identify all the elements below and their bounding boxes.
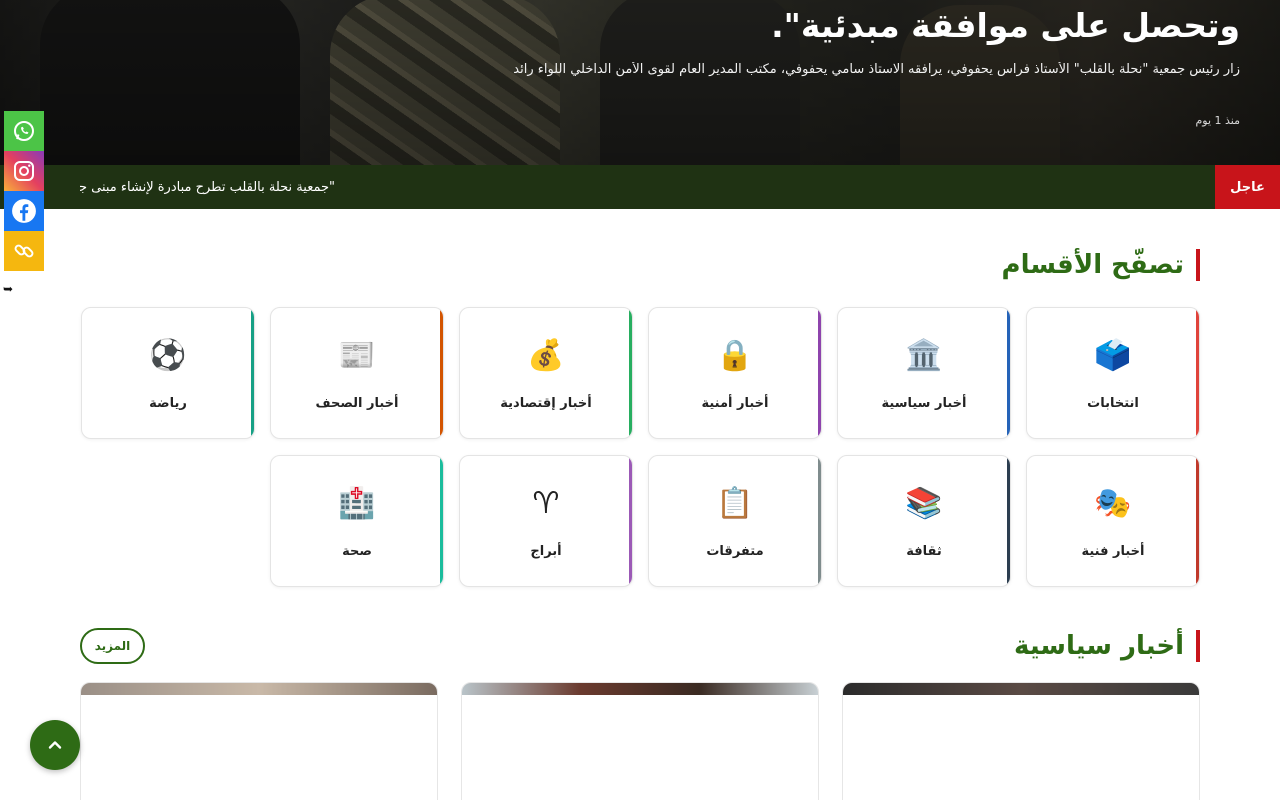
hospital-icon: 🏥 — [338, 486, 376, 521]
ballot-box-icon: 🗳️ — [1094, 338, 1132, 373]
aries-icon: ♈ — [532, 486, 560, 521]
chevron-up-icon — [48, 741, 62, 749]
lock-icon: 🔒 — [716, 338, 754, 373]
back-to-top-button[interactable] — [30, 720, 80, 770]
category-label: أبراج — [530, 544, 562, 559]
hero-timestamp: منذ 1 يوم — [1195, 114, 1240, 127]
category-label: أخبار إقتصادية — [500, 396, 592, 411]
category-card-security[interactable]: 🔒 أخبار أمنية — [648, 307, 822, 439]
category-label: صحة — [342, 544, 372, 559]
breaking-news-bar: عاجل "جمعية نحلة بالقلب تطرح مبادرة لإنش… — [0, 165, 1280, 209]
news-card-thumbnail[interactable] — [462, 683, 818, 695]
books-icon: 📚 — [905, 486, 943, 521]
clipboard-icon: 📋 — [716, 486, 754, 521]
politics-title: أخبار سياسية — [1014, 631, 1184, 661]
news-card-thumbnail[interactable] — [843, 683, 1199, 695]
category-card-press[interactable]: 📰 أخبار الصحف — [270, 307, 444, 439]
instagram-icon[interactable] — [4, 151, 44, 191]
news-card[interactable] — [842, 682, 1200, 800]
theater-masks-icon: 🎭 — [1094, 486, 1132, 521]
hero-excerpt: زار رئيس جمعية "نحلة بالقلب" الأستاذ فرا… — [513, 62, 1240, 77]
government-building-icon: 🏛️ — [905, 338, 943, 373]
category-label: أخبار الصحف — [315, 396, 399, 411]
category-card-sports[interactable]: ⚽ رياضة — [81, 307, 255, 439]
category-card-horoscope[interactable]: ♈ أبراج — [459, 455, 633, 587]
category-card-culture[interactable]: 📚 ثقافة — [837, 455, 1011, 587]
social-share-bar — [4, 111, 44, 271]
hero-banner[interactable]: وتحصل على موافقة مبدئية". زار رئيس جمعية… — [0, 0, 1280, 165]
copy-link-icon[interactable] — [4, 231, 44, 271]
category-label: أخبار أمنية — [701, 396, 769, 411]
facebook-icon[interactable] — [4, 191, 44, 231]
breaking-label: عاجل — [1215, 165, 1280, 209]
category-card-elections[interactable]: 🗳️ انتخابات — [1026, 307, 1200, 439]
category-label: أخبار فنية — [1081, 544, 1145, 559]
breaking-ticker-text[interactable]: "جمعية نحلة بالقلب تطرح مبادرة لإنشاء مب… — [80, 180, 335, 195]
whatsapp-icon[interactable] — [4, 111, 44, 151]
category-label: رياضة — [149, 396, 187, 411]
collapse-share-icon[interactable]: ➥ — [3, 282, 13, 296]
category-label: ثقافة — [906, 544, 942, 559]
news-card[interactable] — [461, 682, 819, 800]
categories-heading: تصفّح الأقسام — [1002, 249, 1200, 281]
category-card-misc[interactable]: 📋 متفرقات — [648, 455, 822, 587]
category-label: انتخابات — [1087, 396, 1139, 411]
politics-heading: أخبار سياسية — [1014, 630, 1200, 662]
category-label: أخبار سياسية — [881, 396, 967, 411]
breaking-ticker[interactable]: "جمعية نحلة بالقلب تطرح مبادرة لإنشاء مب… — [80, 165, 1200, 209]
more-button[interactable]: المزيد — [80, 628, 145, 664]
category-card-economy[interactable]: 💰 أخبار إقتصادية — [459, 307, 633, 439]
soccer-ball-icon: ⚽ — [149, 338, 187, 373]
news-card-thumbnail[interactable] — [81, 683, 437, 695]
category-card-politics[interactable]: 🏛️ أخبار سياسية — [837, 307, 1011, 439]
hero-title[interactable]: وتحصل على موافقة مبدئية". — [771, 6, 1240, 45]
news-card[interactable] — [80, 682, 438, 800]
category-card-arts[interactable]: 🎭 أخبار فنية — [1026, 455, 1200, 587]
money-bag-icon: 💰 — [527, 338, 565, 373]
category-card-health[interactable]: 🏥 صحة — [270, 455, 444, 587]
category-label: متفرقات — [706, 544, 764, 559]
newspaper-icon: 📰 — [338, 338, 376, 373]
categories-title: تصفّح الأقسام — [1001, 250, 1184, 280]
